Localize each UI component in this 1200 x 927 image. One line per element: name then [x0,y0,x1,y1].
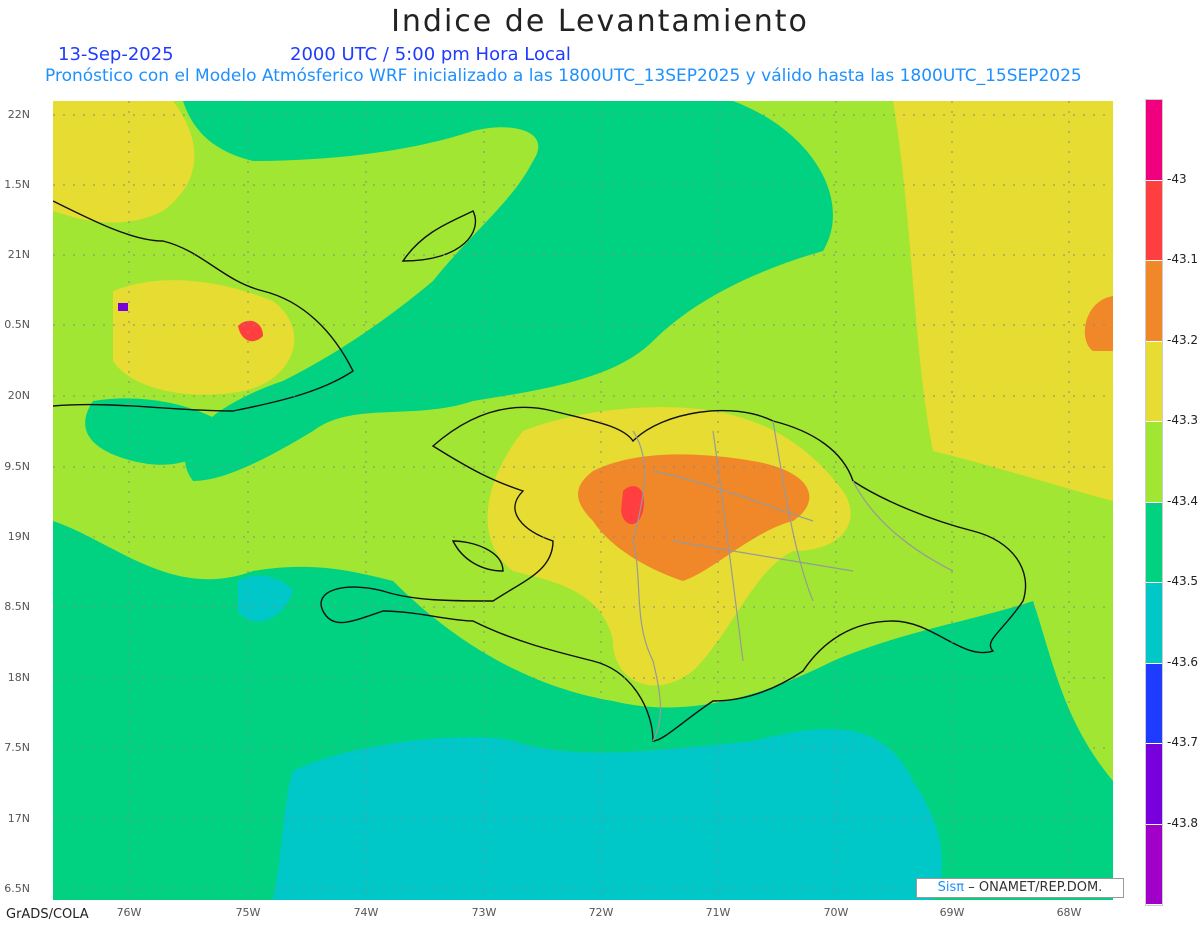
colorbar [1145,99,1163,906]
colorbar-swatch [1146,663,1162,744]
lon-label: 73W [471,906,497,919]
lon-label: 74W [353,906,379,919]
lat-label: 17N [7,812,30,825]
colorbar-label: -43.5 [1167,574,1199,588]
lon-label: 69W [939,906,965,919]
colorbar-swatch [1146,502,1162,583]
colorbar-swatch [1146,261,1162,342]
lat-label: 8.5N [4,600,30,613]
lat-label: 22N [7,108,30,121]
forecast-time: 2000 UTC / 5:00 pm Hora Local [290,44,571,65]
lat-label: 0.5N [4,318,30,331]
lat-label: 6.5N [4,882,30,895]
forecast-subtitle: Pronóstico con el Modelo Atmósferico WRF… [45,66,1082,86]
lat-label: 19N [7,530,30,543]
sispi-logo: Sisπ [937,880,965,895]
colorbar-swatch [1146,422,1162,503]
lon-label: 71W [705,906,731,919]
lat-label: 18N [7,671,30,684]
forecast-date: 13-Sep-2025 [58,44,174,65]
colorbar-swatch [1146,341,1162,422]
lon-label: 75W [235,906,261,919]
purple-dot-cuba [118,303,128,311]
colorbar-label: -43.4 [1167,494,1199,508]
lat-label: 9.5N [4,460,30,473]
colorbar-swatch [1146,744,1162,825]
lon-label: 68W [1056,906,1082,919]
colorbar-label: -43.7 [1167,735,1199,749]
colorbar-label: -43.3 [1167,413,1199,427]
cyan-sea-south [273,729,942,900]
grads-credit: GrADS/COLA [6,907,89,922]
colorbar-label: -43.2 [1167,333,1199,347]
lifted-index-map [53,101,1113,900]
colorbar-label: -43.6 [1167,655,1199,669]
colorbar-label: -43.8 [1167,816,1199,830]
sispi-credit-box: Sisπ – ONAMET/REP.DOM. [916,878,1124,898]
lon-label: 76W [116,906,142,919]
lat-label: 21N [7,248,30,261]
colorbar-label: -43.1 [1167,252,1199,266]
lon-label: 70W [823,906,849,919]
colorbar-swatch [1146,180,1162,261]
agency-label: – ONAMET/REP.DOM. [968,880,1103,895]
map-title: Indice de Levantamiento [391,4,809,39]
colorbar-swatch [1146,583,1162,664]
lon-label: 72W [588,906,614,919]
lat-label: 20N [7,389,30,402]
colorbar-swatch [1146,824,1162,905]
colorbar-swatch [1146,100,1162,181]
colorbar-label: -43 [1167,172,1187,186]
lat-label: 7.5N [4,741,30,754]
lat-label: 1.5N [4,178,30,191]
